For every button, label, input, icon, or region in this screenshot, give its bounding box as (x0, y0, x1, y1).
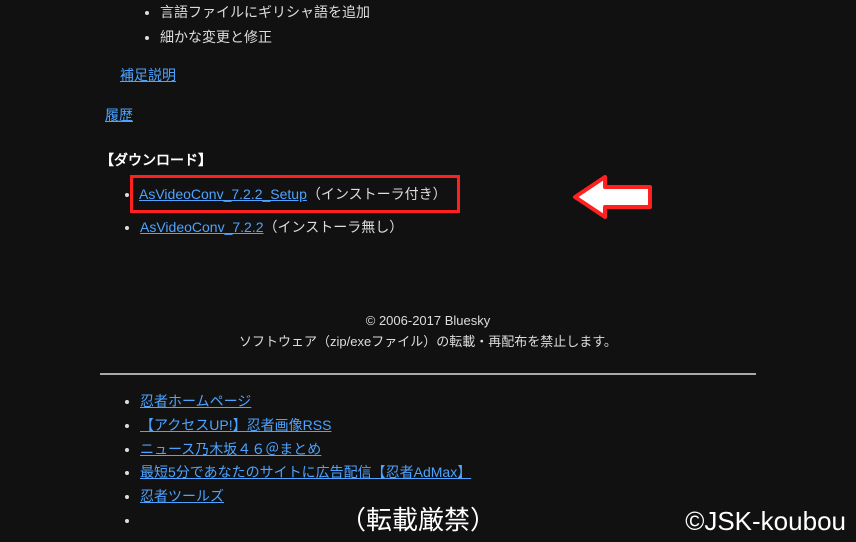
pointer-arrow-icon (570, 172, 660, 225)
download-heading: 【ダウンロード】 (100, 150, 856, 170)
download-note: （インストーラ付き） (307, 186, 447, 202)
footer-link-admax[interactable]: 最短5分であなたのサイトに広告配信【忍者AdMax】 (140, 464, 471, 480)
supplemental-note-link[interactable]: 補足説明 (120, 67, 176, 83)
watermark-left: （転載厳禁） (340, 500, 496, 537)
footer-divider (100, 373, 756, 375)
redistribution-notice: ソフトウェア（zip/exeファイル）の転載・再配布を禁止します。 (0, 332, 856, 353)
footer-link-item: 【アクセスUP!】忍者画像RSS (140, 414, 856, 438)
footer-link-ninja-homepage[interactable]: 忍者ホームページ (140, 393, 251, 409)
footer-link-ninja-tools[interactable]: 忍者ツールズ (140, 488, 224, 504)
copyright-text: © 2006-2017 Bluesky (0, 311, 856, 332)
footer-link-item: 最短5分であなたのサイトに広告配信【忍者AdMax】 (140, 461, 856, 485)
footer-link-nogizaka[interactable]: ニュース乃木坂４６＠まとめ (140, 441, 321, 457)
history-link[interactable]: 履歴 (105, 107, 133, 123)
download-list: AsVideoConv_7.2.2_Setup（インストーラ付き） AsVide… (100, 175, 856, 241)
download-item: AsVideoConv_7.2.2_Setup（インストーラ付き） (140, 175, 856, 213)
footer-link-item: 忍者ホームページ (140, 390, 856, 414)
download-link-noinstaller[interactable]: AsVideoConv_7.2.2 (140, 219, 264, 235)
changelog-list: 言語ファイルにギリシャ語を追加 細かな変更と修正 (120, 0, 756, 50)
changelog-item: 細かな変更と修正 (160, 25, 756, 50)
footer-link-item: ニュース乃木坂４６＠まとめ (140, 438, 856, 462)
watermark-right: ©JSK-koubou (685, 506, 846, 537)
download-link-setup[interactable]: AsVideoConv_7.2.2_Setup (139, 186, 307, 202)
download-item: AsVideoConv_7.2.2（インストーラ無し） (140, 213, 856, 241)
footer-link-access-up[interactable]: 【アクセスUP!】忍者画像RSS (140, 417, 331, 433)
download-note: （インストーラ無し） (264, 219, 404, 235)
changelog-item: 言語ファイルにギリシャ語を追加 (160, 0, 756, 25)
